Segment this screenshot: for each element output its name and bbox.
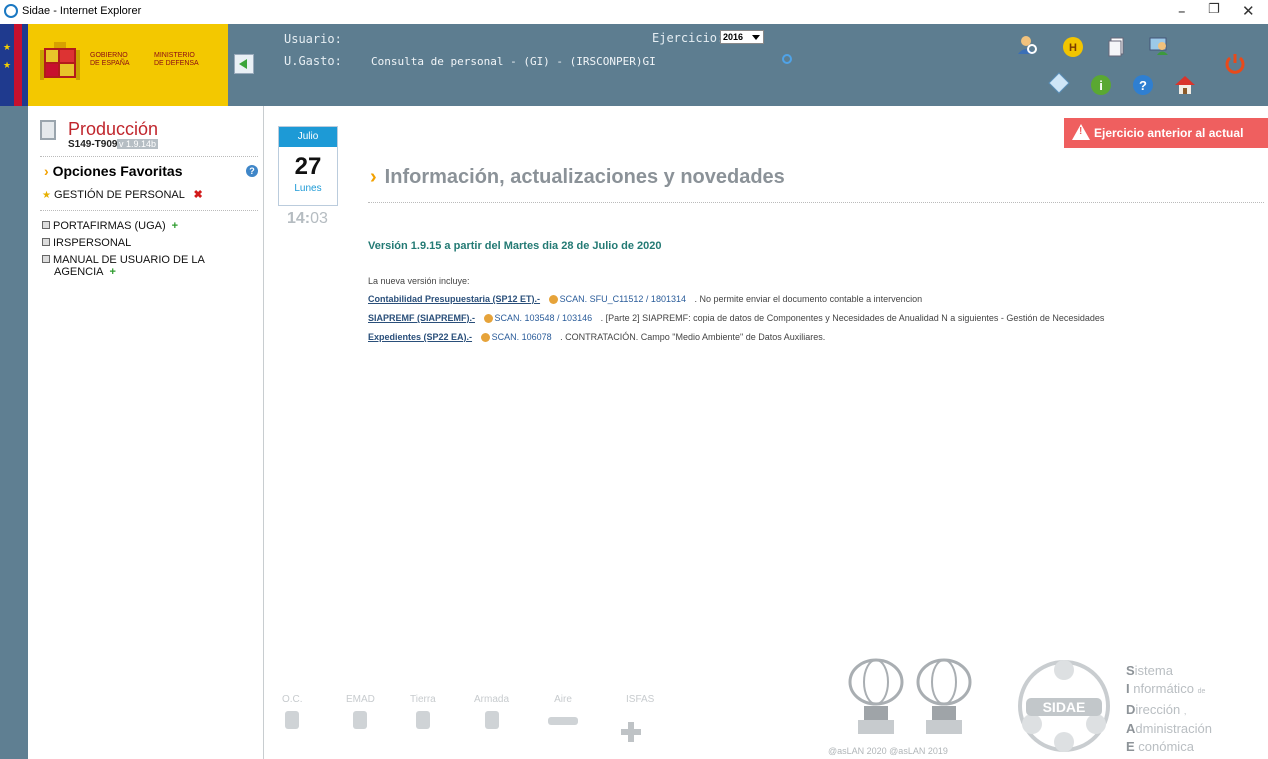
menu-item-manual[interactable]: MANUAL DE USUARIO DE LA AGENCIA +: [42, 254, 205, 278]
scan-link[interactable]: SCAN. SFU_C11512 / 1801314: [548, 294, 686, 305]
home-icon[interactable]: [1174, 74, 1196, 96]
gov-logo: GOBIERNO DE ESPAÑA MINISTERIO DE DEFENSA: [28, 24, 228, 106]
svg-text:?: ?: [1139, 78, 1147, 93]
window-titlebar: Sidae - Internet Explorer – ❐ ✕: [0, 0, 1268, 24]
calendar-month: Julio: [279, 127, 337, 147]
collapse-panel-button[interactable]: [234, 54, 254, 74]
gov-line1: GOBIERNO: [90, 52, 128, 59]
crest-icon: [40, 42, 80, 80]
document-icon[interactable]: [1106, 36, 1128, 58]
logo-tierra: Tierra: [410, 694, 436, 729]
sidebar: Producción S149-T9091 v 1.9.14b › Opcion…: [28, 106, 264, 759]
restore-icon[interactable]: ❐: [1208, 2, 1220, 17]
svg-text:i: i: [1099, 78, 1103, 93]
news-item: Contabilidad Presupuestaria (SP12 ET).- …: [368, 294, 923, 305]
logo-aire: Aire: [548, 694, 578, 725]
previous-year-alert: Ejercicio anterior al actual: [1064, 118, 1268, 148]
server-icon: [40, 120, 56, 140]
scan-link[interactable]: SCAN. 106078: [480, 332, 552, 343]
power-icon[interactable]: [1224, 52, 1246, 74]
info-heading: › Información, actualizaciones y novedade…: [370, 166, 785, 188]
ejercicio-value: 2016: [723, 32, 744, 42]
logo-isfas: ISFAS: [626, 694, 655, 705]
svg-text:H: H: [1069, 42, 1077, 54]
gov-line2: DE ESPAÑA: [90, 60, 130, 67]
main-page: Producción S149-T9091 v 1.9.14b › Opcion…: [28, 106, 1268, 759]
ugasto-value: Consulta de personal - (GI) - (IRSCONPER…: [371, 55, 656, 68]
ejercicio-select[interactable]: 2016: [720, 30, 764, 44]
favorites-help-icon[interactable]: ?: [246, 165, 258, 177]
calendar-weekday: Lunes: [294, 183, 322, 194]
usuario-label: Usuario:: [284, 32, 342, 46]
window-title: Sidae - Internet Explorer: [22, 5, 142, 17]
user-search-icon[interactable]: [1016, 34, 1038, 56]
module-icon: [42, 255, 50, 263]
module-icon: [42, 221, 50, 229]
info-icon[interactable]: i: [1090, 74, 1112, 96]
sidae-badge-text: SIDAE: [1043, 699, 1086, 715]
aslan-award-icons: [848, 658, 972, 734]
calendar-widget: Julio 27 Lunes: [278, 126, 338, 206]
scan-icon: [483, 314, 493, 324]
scan-link[interactable]: SCAN. 103548 / 103146: [483, 313, 592, 324]
add-favorite-icon[interactable]: +: [110, 266, 116, 278]
scan-icon: [548, 295, 558, 305]
clock: 14:03: [287, 210, 328, 227]
version-intro: La nueva versión incluye:: [368, 276, 470, 286]
favorite-item-gestion-personal[interactable]: ★ GESTIÓN DE PERSONAL ✖: [42, 188, 203, 201]
chevron-down-icon: [752, 35, 760, 40]
module-link[interactable]: SIAPREMF (SIAPREMF).-: [368, 313, 475, 323]
aslan-caption: @asLAN 2020 @asLAN 2019: [828, 746, 948, 756]
calendar-day: 27: [294, 153, 322, 180]
eu-flag: ★ ★: [0, 24, 28, 106]
ie-icon: [4, 4, 18, 18]
users-icon[interactable]: [1148, 34, 1170, 56]
environment-code: S149-T9091: [68, 139, 124, 150]
chevron-right-icon: ›: [370, 166, 377, 188]
help-h-icon[interactable]: H: [1062, 36, 1084, 58]
module-link[interactable]: Contabilidad Presupuestaria (SP12 ET).-: [368, 294, 540, 304]
environment-title: Producción: [68, 119, 159, 139]
close-icon[interactable]: ✕: [1242, 2, 1255, 20]
module-link[interactable]: Expedientes (SP22 EA).-: [368, 332, 472, 342]
minimize-icon[interactable]: –: [1178, 2, 1186, 20]
ejercicio-label: Ejercicio:: [652, 31, 725, 45]
help-icon[interactable]: ?: [1132, 74, 1154, 96]
ministry-line1: MINISTERIO: [154, 52, 195, 59]
sidae-acronym: Sistema I nformático de Dirección , Admi…: [1126, 663, 1212, 754]
news-item: SIAPREMF (SIAPREMF).- SCAN. 103548 / 103…: [368, 313, 1105, 324]
warning-icon: [1072, 124, 1090, 140]
ugasto-label: U.Gasto:: [284, 54, 342, 68]
remove-favorite-icon[interactable]: ✖: [194, 189, 203, 201]
diamond-icon[interactable]: [1048, 72, 1070, 94]
version-badge: v 1.9.14b: [117, 139, 159, 149]
logo-oc: O.C.: [282, 694, 303, 729]
add-favorite-icon[interactable]: +: [172, 220, 178, 232]
news-item: Expedientes (SP22 EA).- SCAN. 106078 . C…: [368, 332, 826, 343]
ministry-line2: DE DEFENSA: [154, 60, 199, 67]
app-header: ★ ★ GOBIERNO DE ESPAÑA MINISTERIO DE DEF…: [0, 24, 1268, 106]
logo-emad: EMAD: [346, 694, 375, 729]
scan-icon: [480, 333, 490, 343]
search-icon[interactable]: [782, 54, 792, 64]
isfas-cross-icon: [621, 722, 641, 742]
logo-armada: Armada: [474, 694, 509, 729]
version-heading: Versión 1.9.15 a partir del Martes dia 2…: [368, 240, 662, 252]
menu-item-irspersonal[interactable]: IRSPERSONAL: [42, 237, 131, 249]
favorites-heading: › Opciones Favoritas: [44, 163, 183, 179]
module-icon: [42, 238, 50, 246]
sidae-logo-icon: SIDAE: [1018, 660, 1110, 752]
star-icon: ★: [42, 190, 51, 201]
menu-item-portafirmas[interactable]: PORTAFIRMAS (UGA) +: [42, 220, 178, 232]
chevron-right-icon: ›: [44, 163, 49, 179]
